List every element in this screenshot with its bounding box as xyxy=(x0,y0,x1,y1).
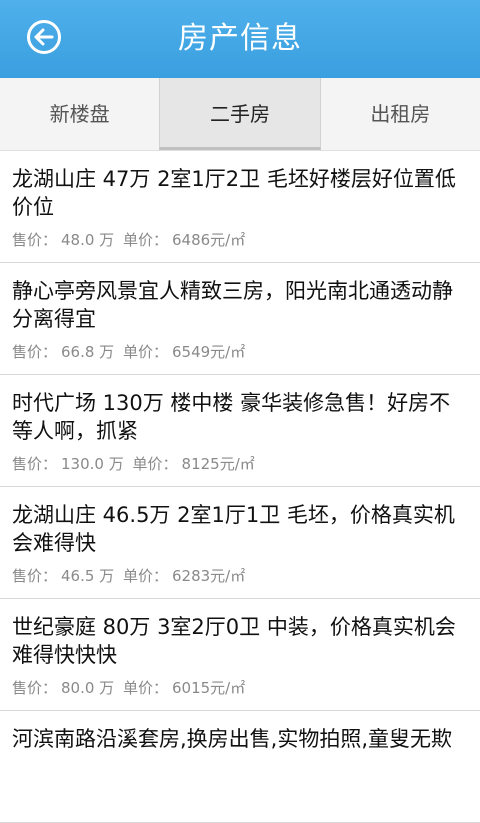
unit-price-value: 8125元/㎡ xyxy=(181,455,255,473)
listing-meta: 售价： 66.8 万 单价： 6549元/㎡ xyxy=(12,342,468,362)
price-label: 售价： xyxy=(12,567,58,585)
unit-price-label: 单价： xyxy=(132,455,178,473)
listing-meta: 售价： 80.0 万 单价： 6015元/㎡ xyxy=(12,678,468,698)
price-label: 售价： xyxy=(12,679,58,697)
price-value: 46.5 万 xyxy=(61,567,115,585)
list-item[interactable]: 河滨南路沿溪套房,换房出售,实物拍照,童叟无欺 xyxy=(0,711,480,823)
list-item[interactable]: 龙湖山庄 47万 2室1厅2卫 毛坯好楼层好位置低价位 售价： 48.0 万 单价… xyxy=(0,151,480,263)
listing-meta: 售价： 48.0 万 单价： 6486元/㎡ xyxy=(12,230,468,250)
price-label: 售价： xyxy=(12,343,58,361)
price-value: 130.0 万 xyxy=(61,455,124,473)
header-bar: 房产信息 xyxy=(0,0,480,78)
price-label: 售价： xyxy=(12,231,58,249)
tab-rentals[interactable]: 出租房 xyxy=(321,78,480,150)
unit-price-value: 6015元/㎡ xyxy=(171,679,246,697)
list-item[interactable]: 世纪豪庭 80万 3室2厅0卫 中装，价格真实机会难得快快快 售价： 80.0 万… xyxy=(0,599,480,711)
list-item[interactable]: 龙湖山庄 46.5万 2室1厅1卫 毛坯，价格真实机会难得快 售价： 46.5 万… xyxy=(0,487,480,599)
unit-price-label: 单价： xyxy=(122,679,168,697)
page-title: 房产信息 xyxy=(178,21,302,56)
unit-price-label: 单价： xyxy=(122,343,168,361)
listing-title: 世纪豪庭 80万 3室2厅0卫 中装，价格真实机会难得快快快 xyxy=(12,615,456,667)
listing-title: 龙湖山庄 46.5万 2室1厅1卫 毛坯，价格真实机会难得快 xyxy=(12,503,455,555)
listing-title: 龙湖山庄 47万 2室1厅2卫 毛坯好楼层好位置低价位 xyxy=(12,167,456,219)
price-value: 48.0 万 xyxy=(61,231,115,249)
tab-new-homes[interactable]: 新楼盘 xyxy=(0,78,159,150)
unit-price-value: 6283元/㎡ xyxy=(171,567,246,585)
listing-title: 时代广场 130万 楼中楼 豪华装修急售！好房不等人啊，抓紧 xyxy=(12,391,451,443)
unit-price-value: 6549元/㎡ xyxy=(171,343,246,361)
listing-meta: 售价： 46.5 万 单价： 6283元/㎡ xyxy=(12,566,468,586)
listing-title: 河滨南路沿溪套房,换房出售,实物拍照,童叟无欺 xyxy=(12,727,453,751)
price-label: 售价： xyxy=(12,455,58,473)
unit-price-label: 单价： xyxy=(122,567,168,585)
price-value: 66.8 万 xyxy=(61,343,115,361)
unit-price-label: 单价： xyxy=(122,231,168,249)
listing-meta xyxy=(12,790,468,810)
category-tabs: 新楼盘 二手房 出租房 xyxy=(0,78,480,151)
listing-title: 静心亭旁风景宜人精致三房，阳光南北通透动静分离得宜 xyxy=(12,279,453,331)
list-item[interactable]: 静心亭旁风景宜人精致三房，阳光南北通透动静分离得宜 售价： 66.8 万 单价： 6… xyxy=(0,263,480,375)
listing-meta: 售价： 130.0 万 单价： 8125元/㎡ xyxy=(12,454,468,474)
price-value: 80.0 万 xyxy=(61,679,115,697)
listing-list: 龙湖山庄 47万 2室1厅2卫 毛坯好楼层好位置低价位 售价： 48.0 万 单价… xyxy=(0,151,480,823)
list-item[interactable]: 时代广场 130万 楼中楼 豪华装修急售！好房不等人啊，抓紧 售价： 130.0 … xyxy=(0,375,480,487)
tab-second-hand[interactable]: 二手房 xyxy=(159,78,321,150)
unit-price-value: 6486元/㎡ xyxy=(171,231,246,249)
